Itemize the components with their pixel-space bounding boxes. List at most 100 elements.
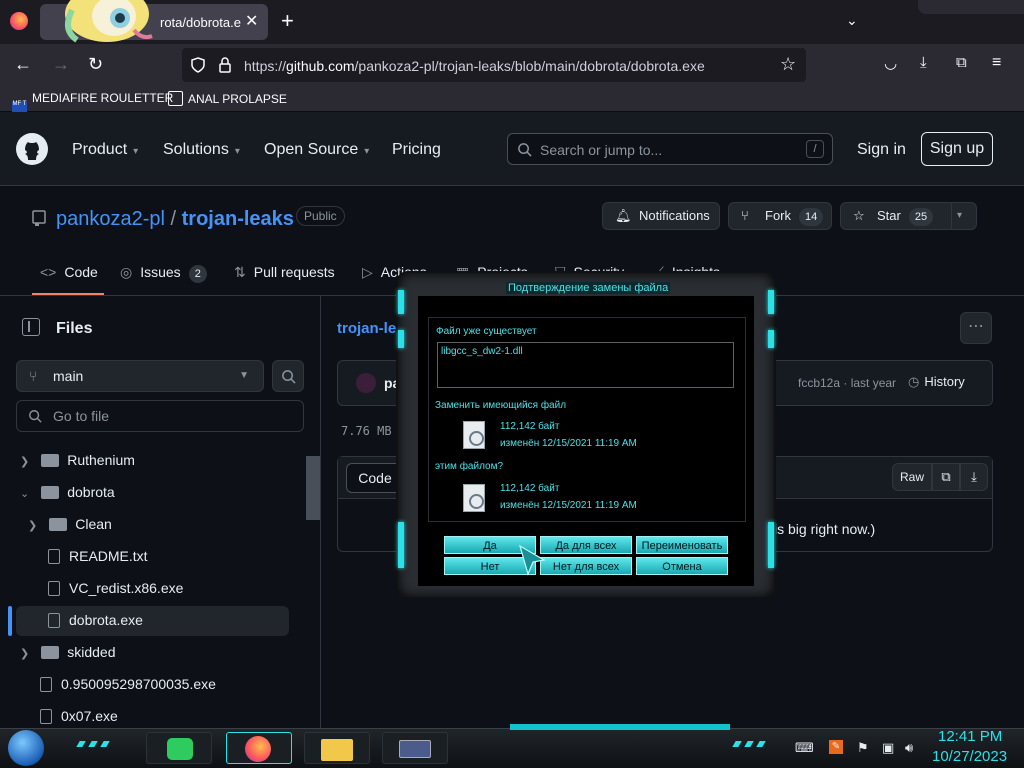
- pocket-icon[interactable]: ◡: [884, 54, 897, 72]
- rename-button[interactable]: Переименовать: [636, 536, 728, 554]
- search-input[interactable]: Search or jump to... /: [507, 133, 833, 165]
- taskbar-app-explorer[interactable]: [304, 732, 370, 764]
- chevron-down-icon: ▾: [364, 146, 370, 157]
- new-size: 112,142 байт: [500, 483, 560, 494]
- volume-icon[interactable]: 🔊︎: [905, 740, 913, 756]
- star-bookmark-icon[interactable]: ☆: [780, 54, 796, 75]
- close-icon[interactable]: ✕: [245, 11, 258, 31]
- file-size: 7.76 MB: [341, 424, 392, 438]
- search-icon: [518, 143, 532, 157]
- nav-open-source[interactable]: Open Source ▾: [264, 141, 369, 159]
- tree-item-clean[interactable]: ❯ Clean: [28, 509, 112, 539]
- download-icon[interactable]: ⤓: [960, 463, 988, 491]
- tree-item-file-0x07[interactable]: 0x07.exe: [40, 701, 118, 731]
- menu-icon[interactable]: ≡: [992, 54, 1001, 72]
- chevron-right-icon: ❯: [20, 648, 30, 660]
- new-tab-icon[interactable]: +: [281, 8, 294, 34]
- nav-solutions[interactable]: Solutions ▾: [163, 141, 240, 159]
- filename-box: libgcc_s_dw2-1.dll: [437, 342, 734, 388]
- tree-item-skidded[interactable]: ❯ skidded: [20, 637, 115, 667]
- more-options-icon[interactable]: ⋯: [960, 312, 992, 344]
- visibility-badge: Public: [296, 206, 345, 226]
- url-bar[interactable]: https://github.com/pankoza2-pl/trojan-le…: [182, 48, 806, 82]
- code-view-button[interactable]: Code: [346, 463, 404, 493]
- network-icon[interactable]: ▣: [882, 740, 894, 756]
- no-to-all-button[interactable]: Нет для всех: [540, 557, 632, 575]
- chevron-right-icon: ❯: [28, 520, 38, 532]
- dialog-title: Подтверждение замены файла: [506, 282, 671, 294]
- nav-product[interactable]: Product ▾: [72, 141, 138, 159]
- file-icon: [48, 613, 60, 628]
- window-controls[interactable]: [918, 0, 1024, 14]
- sidebar-collapse-icon[interactable]: [22, 318, 40, 336]
- tree-item-dobrota-exe[interactable]: dobrota.exe: [48, 605, 143, 635]
- notes-app-icon: [167, 738, 193, 760]
- github-logo-icon[interactable]: [16, 133, 48, 165]
- flag-icon[interactable]: ⚑: [857, 740, 869, 756]
- bookmark-second[interactable]: ANAL PROLAPSE: [168, 91, 287, 106]
- repo-icon: [32, 210, 46, 226]
- avatar[interactable]: [356, 373, 376, 393]
- copy-icon[interactable]: ⧉: [932, 463, 960, 491]
- commit-hash[interactable]: fccb12a · last year: [798, 376, 896, 390]
- tree-item-readme[interactable]: README.txt: [48, 541, 148, 571]
- active-tab-underline: [32, 293, 104, 295]
- repo-owner-link[interactable]: pankoza2-pl: [56, 208, 165, 230]
- folder-icon: [41, 454, 60, 467]
- tree-item-vc-redist[interactable]: VC_redist.x86.exe: [48, 573, 183, 603]
- taskbar-app-firefox[interactable]: [226, 732, 292, 764]
- branch-selector[interactable]: ⑂ main ▼: [16, 360, 264, 392]
- issue-icon: ◎: [120, 264, 133, 280]
- notifications-button[interactable]: 🔔︎ Notifications: [602, 202, 720, 230]
- firefox-icon[interactable]: [10, 12, 28, 30]
- search-button[interactable]: [272, 360, 304, 392]
- reload-icon[interactable]: ↻: [88, 54, 103, 75]
- tree-item-ruthenium[interactable]: ❯ Ruthenium: [20, 445, 135, 475]
- firefox-icon: [245, 736, 271, 762]
- forward-arrow-icon[interactable]: →: [52, 54, 70, 75]
- page-icon: [168, 91, 183, 106]
- lock-icon[interactable]: [218, 57, 232, 73]
- old-size: 112,142 байт: [500, 421, 560, 432]
- neon-accent: [510, 724, 730, 730]
- app-tray-icon[interactable]: ✎: [829, 740, 843, 754]
- bookmarks-bar: MF T MEDIAFIRE ROULETTER ANAL PROLAPSE: [0, 86, 1024, 116]
- raw-button[interactable]: Raw: [892, 463, 932, 491]
- extensions-icon[interactable]: ⧉: [956, 54, 967, 71]
- taskbar-app-notes[interactable]: [146, 732, 212, 764]
- tree-item-file-0950[interactable]: 0.950095298700035.exe: [40, 669, 216, 699]
- scrollbar-thumb[interactable]: [306, 456, 320, 520]
- url-text[interactable]: https://github.com/pankoza2-pl/trojan-le…: [244, 58, 705, 74]
- chevron-down-icon: ▾: [234, 146, 240, 157]
- play-icon: ▷: [362, 264, 373, 280]
- folder-icon: [41, 646, 60, 659]
- fork-button[interactable]: ⑂ Fork 14: [728, 202, 832, 230]
- history-button[interactable]: ◷ History: [908, 374, 965, 390]
- document-icon: [463, 421, 485, 449]
- sign-in-link[interactable]: Sign in: [857, 141, 906, 159]
- file-breadcrumb[interactable]: trojan-le: [337, 320, 396, 337]
- clock-time[interactable]: 12:41 PM: [938, 728, 1002, 745]
- nav-pricing[interactable]: Pricing: [392, 141, 441, 159]
- repo-name-link[interactable]: trojan-leaks: [182, 208, 294, 230]
- taskbar-app-window[interactable]: [382, 732, 448, 764]
- go-to-file-input[interactable]: Go to file: [16, 400, 304, 432]
- keyboard-icon[interactable]: ⌨: [795, 740, 814, 756]
- start-button[interactable]: [8, 730, 44, 766]
- clock-date[interactable]: 10/27/2023: [932, 748, 1007, 765]
- shield-icon[interactable]: [190, 57, 206, 73]
- cancel-button[interactable]: Отмена: [636, 557, 728, 575]
- download-icon[interactable]: ⤓: [920, 54, 927, 71]
- back-arrow-icon[interactable]: ←: [14, 54, 32, 75]
- tab-code[interactable]: <> Code: [40, 264, 98, 280]
- fork-icon: ⑂: [741, 208, 749, 223]
- tab-issues[interactable]: ◎ Issues 2: [120, 264, 207, 283]
- tree-item-dobrota[interactable]: ⌄ dobrota: [20, 477, 115, 507]
- files-heading: Files: [56, 320, 93, 337]
- sign-up-button[interactable]: Sign up: [921, 132, 993, 166]
- star-button[interactable]: ☆ Star 25 ▾: [840, 202, 977, 230]
- chevron-down-icon[interactable]: ⌄: [846, 12, 858, 29]
- navigation-bar: ← → ↻ https://github.com/pankoza2-pl/tro…: [0, 44, 1024, 86]
- yes-to-all-button[interactable]: Да для всех: [540, 536, 632, 554]
- tab-pull-requests[interactable]: ⇅ Pull requests: [234, 264, 335, 281]
